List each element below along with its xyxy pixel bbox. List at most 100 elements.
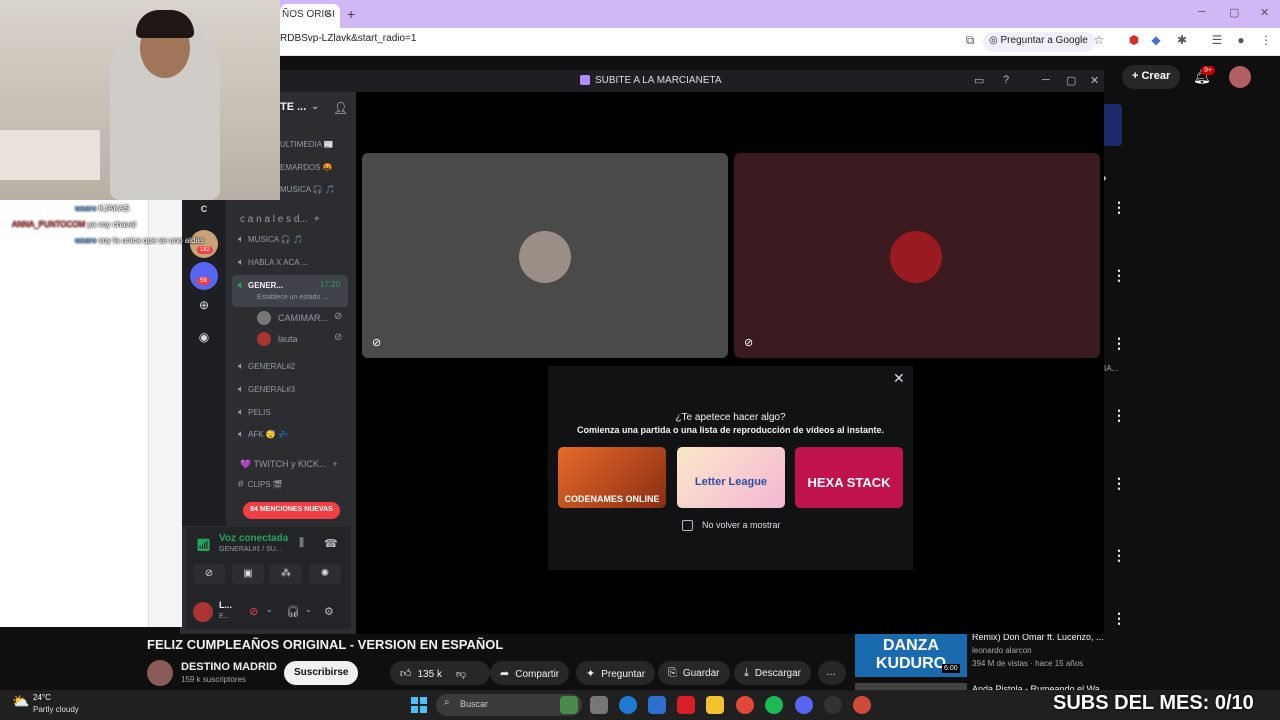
explore-icon[interactable]: ◉	[194, 330, 214, 350]
like-button[interactable]: 👍︎ 135 k 👎︎	[390, 661, 490, 685]
voice-channel[interactable]: 🔈︎ GENERAL#3	[238, 384, 295, 395]
more-options-icon[interactable]: ⋮	[1112, 610, 1126, 627]
user-name[interactable]: L...	[219, 600, 232, 610]
more-options-icon[interactable]: ⋮	[1112, 547, 1126, 564]
voice-channel[interactable]: 🔈︎ GENERAL#2	[238, 361, 295, 372]
account-avatar[interactable]	[1229, 66, 1251, 88]
channel-name[interactable]: DESTINO MADRID	[181, 661, 277, 673]
add-channel-icon[interactable]: +	[314, 214, 320, 225]
server-icon[interactable]	[190, 262, 218, 290]
voice-channel[interactable]: 🔈︎ AFK 😴 💤	[238, 429, 288, 440]
noise-suppression-icon[interactable]: ⫼	[299, 537, 304, 550]
minimize-icon[interactable]: ─	[1198, 6, 1206, 18]
discord-icon[interactable]	[795, 696, 813, 714]
voice-channel[interactable]: 🔈︎ HABLA X ACA ...	[238, 257, 308, 268]
channel-item[interactable]: EMARDOS 🤬	[280, 163, 333, 172]
spotify-icon[interactable]	[765, 696, 783, 714]
thumbs-down-icon[interactable]: 👎︎	[456, 669, 466, 680]
camera-off-icon[interactable]: ⊘	[193, 564, 225, 584]
mic-muted-icon[interactable]: ⊘	[249, 605, 258, 618]
discord-maximize-icon[interactable]: ▢	[1066, 74, 1076, 87]
weather-icon[interactable]: ⛅	[12, 693, 29, 710]
invite-user-icon[interactable]: 👤︎	[333, 101, 348, 115]
taskbar-widget-icon[interactable]	[560, 696, 578, 714]
headphones-icon[interactable]: 🎧︎	[286, 605, 300, 618]
member-name[interactable]: CAMIMAR...	[278, 313, 328, 323]
menu-kebab-icon[interactable]: ⋮	[1258, 33, 1274, 47]
discord-minimize-icon[interactable]: ─	[1042, 74, 1050, 86]
member-avatar[interactable]	[257, 311, 271, 325]
help-icon[interactable]: ?	[1003, 74, 1009, 86]
inbox-icon[interactable]: ▭	[974, 74, 984, 87]
obs-icon[interactable]	[824, 696, 842, 714]
soundboard-icon[interactable]: ✺	[309, 564, 341, 584]
more-options-icon[interactable]: ⋮	[1112, 267, 1126, 284]
voice-channel[interactable]: 🔈︎ PELIS	[238, 407, 271, 418]
ask-google-button[interactable]: ◎ Preguntar a Google	[983, 32, 1096, 52]
recommended-thumbnail[interactable]	[855, 683, 967, 690]
download-button[interactable]: ⤓ Descargar	[734, 661, 812, 685]
discord-close-icon[interactable]: ✕	[1090, 74, 1099, 87]
chevron-down-icon[interactable]: ⌄	[311, 101, 319, 112]
screen-share-icon[interactable]: ▣	[232, 564, 264, 584]
chrome-profile-icon[interactable]	[853, 696, 871, 714]
bookmark-star-icon[interactable]: ☆	[1091, 33, 1107, 47]
member-avatar[interactable]	[257, 332, 271, 346]
extensions-icon[interactable]: ✱	[1174, 33, 1190, 47]
windows-start-icon[interactable]	[410, 696, 428, 714]
subscribe-button[interactable]: Suscribirse	[284, 661, 359, 685]
channel-category[interactable]: 💜 TWITCH y KICK... +	[240, 459, 338, 470]
add-server-icon[interactable]: ⊕	[194, 298, 214, 318]
dont-show-checkbox[interactable]	[682, 520, 693, 531]
edge-icon[interactable]	[619, 696, 637, 714]
chevron-down-icon[interactable]: ⌄	[266, 605, 273, 614]
activity-codenames[interactable]: CODENAMES ONLINE	[558, 447, 666, 508]
server-name[interactable]: TE ...	[280, 101, 306, 113]
more-options-icon[interactable]: ⋮	[1112, 335, 1126, 352]
channel-item[interactable]: ULTIMEDIA 📰	[280, 140, 334, 149]
netflix-icon[interactable]	[677, 696, 695, 714]
profile-icon[interactable]: ●	[1233, 33, 1249, 47]
new-tab-icon[interactable]: +	[347, 6, 355, 22]
channel-item[interactable]: MUSICA 🎧 🎵	[280, 185, 335, 194]
more-options-icon[interactable]: ⋮	[1112, 199, 1126, 216]
activity-letter-league[interactable]: Letter League	[677, 447, 785, 508]
weather-temperature[interactable]: 24°C	[33, 693, 51, 702]
more-options-icon[interactable]: ⋮	[1112, 475, 1126, 492]
add-channel-icon[interactable]: +	[333, 459, 338, 469]
more-actions-button[interactable]: …	[818, 661, 846, 685]
settings-gear-icon[interactable]: ⚙	[324, 605, 334, 618]
close-window-icon[interactable]: ✕	[1260, 6, 1269, 19]
disconnect-icon[interactable]: ☎	[324, 537, 338, 550]
member-name[interactable]: lauta	[278, 334, 298, 344]
activities-icon[interactable]: ⁂	[270, 564, 302, 584]
cast-icon[interactable]: ⧉	[962, 33, 978, 48]
chrome-icon[interactable]	[736, 696, 754, 714]
ask-button[interactable]: ✦ Preguntar	[576, 661, 656, 685]
save-button[interactable]: ⎘ Guardar	[658, 661, 730, 685]
voice-channel[interactable]: 🔈︎ MUSICA 🎧 🎵	[238, 234, 303, 245]
text-channel[interactable]: # CLIPS 🎬	[238, 479, 283, 490]
new-mentions-pill[interactable]: 84 MENCIONES NUEVAS	[243, 502, 340, 519]
signal-icon[interactable]: 📶︎	[196, 538, 211, 552]
server-icon-c[interactable]: C	[190, 200, 218, 220]
active-channel-row[interactable]: 🔈︎ GENER...	[238, 280, 283, 291]
create-button[interactable]: + Crear	[1122, 65, 1181, 89]
more-options-icon[interactable]: ⋮	[1112, 407, 1126, 424]
share-button[interactable]: ➦ Compartir	[490, 661, 570, 685]
maximize-icon[interactable]: ▢	[1229, 6, 1239, 19]
store-icon[interactable]	[648, 696, 666, 714]
adblock-icon[interactable]: ⬢	[1126, 33, 1142, 47]
channel-avatar[interactable]	[147, 660, 173, 686]
voice-channel-info[interactable]: GENERAL#1 / SU...	[219, 546, 282, 553]
activity-hexa-stack[interactable]: HEXA STACK	[795, 447, 903, 508]
translate-icon[interactable]: ◆	[1148, 33, 1164, 47]
close-icon[interactable]: ✕	[893, 370, 905, 387]
channel-category[interactable]: c a n a l e s d... +	[240, 214, 320, 225]
task-view-icon[interactable]	[590, 696, 608, 714]
chevron-down-icon[interactable]: ⌄	[305, 605, 312, 614]
address-bar[interactable]: RDBSvp-LZlavk&start_radio=1	[280, 33, 416, 44]
reading-list-icon[interactable]: ☰	[1209, 33, 1225, 47]
set-status-prompt[interactable]: Establece un estado ...	[257, 294, 328, 301]
user-avatar[interactable]	[193, 602, 213, 622]
